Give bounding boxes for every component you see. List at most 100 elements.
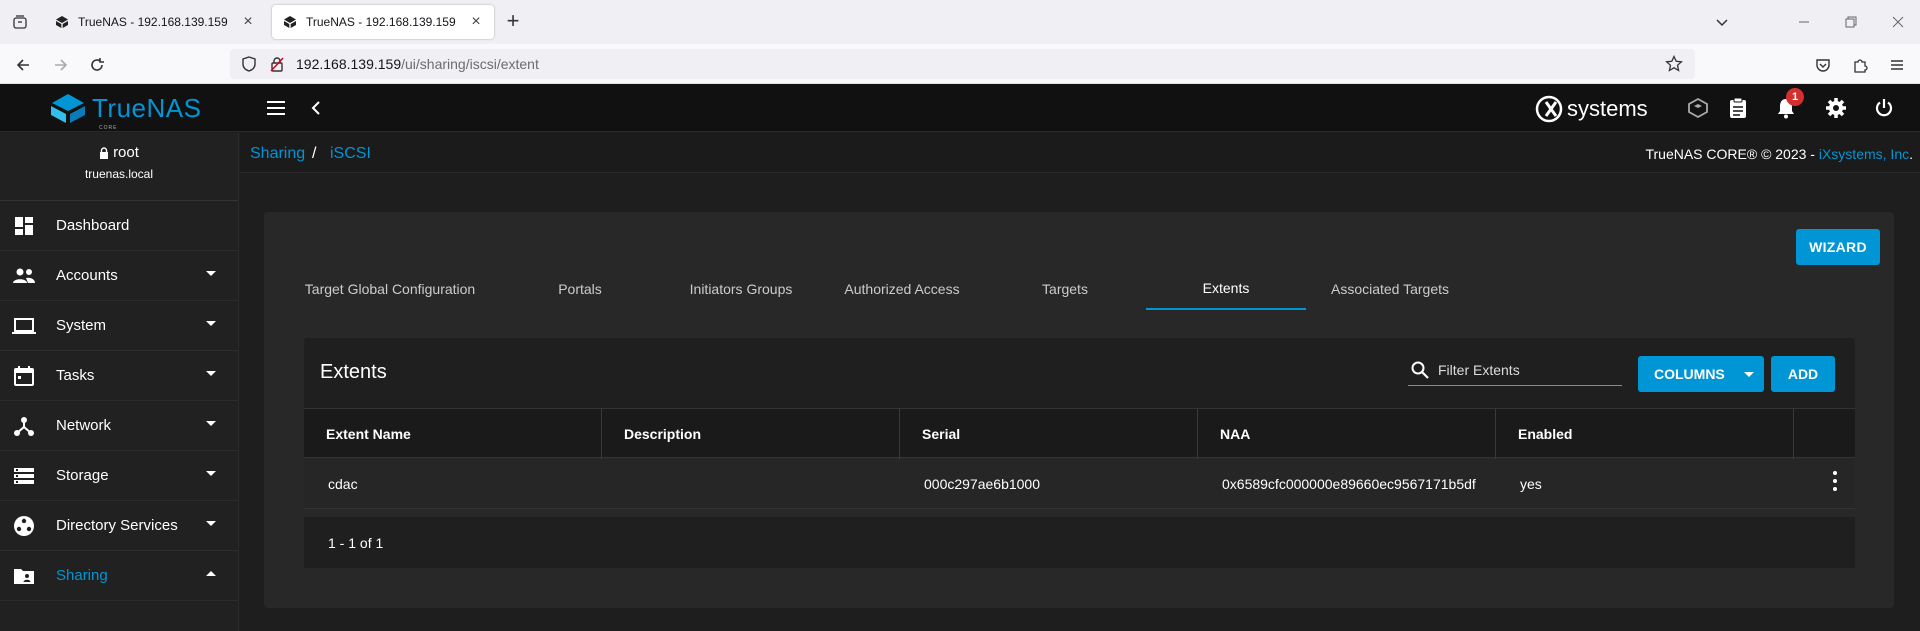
extensions-icon[interactable] xyxy=(1849,54,1871,76)
wizard-button[interactable]: WIZARD xyxy=(1796,229,1880,265)
tab-authorized-access[interactable]: Authorized Access xyxy=(842,267,962,311)
close-tab-icon[interactable]: × xyxy=(240,14,256,30)
lock-icon xyxy=(100,146,109,159)
sidebar: root truenas.local Dashboard Accounts Sy… xyxy=(0,133,239,631)
collapse-sidebar-icon[interactable] xyxy=(304,96,328,120)
minimize-icon[interactable] xyxy=(1792,10,1816,34)
chevron-up-icon xyxy=(206,571,216,576)
column-header-extent-name[interactable]: Extent Name xyxy=(304,409,602,459)
reload-icon[interactable] xyxy=(86,54,108,76)
column-header-description[interactable]: Description xyxy=(602,409,900,459)
search-icon xyxy=(1408,358,1432,382)
columns-button[interactable]: COLUMNS xyxy=(1638,356,1764,392)
sidebar-item-label: Directory Services xyxy=(56,517,178,534)
power-icon[interactable] xyxy=(1872,96,1896,120)
more-options-icon[interactable] xyxy=(1832,471,1838,491)
chevron-down-icon xyxy=(206,321,216,326)
logo-text: TrueNAS xyxy=(92,92,202,123)
restore-icon[interactable] xyxy=(1839,10,1863,34)
add-button[interactable]: ADD xyxy=(1771,356,1835,392)
ixsystems-link[interactable]: iXsystems, Inc xyxy=(1819,146,1909,162)
insecure-lock-icon[interactable] xyxy=(268,55,286,73)
shield-icon[interactable] xyxy=(240,55,258,73)
ixsystems-logo[interactable]: systems xyxy=(1535,95,1648,123)
hamburger-menu-icon[interactable] xyxy=(264,96,288,120)
breadcrumb-separator: / xyxy=(312,145,317,162)
forward-arrow-icon[interactable] xyxy=(50,54,72,76)
settings-gear-icon[interactable] xyxy=(1824,96,1848,120)
filter-input[interactable] xyxy=(1438,361,1608,378)
columns-button-label: COLUMNS xyxy=(1654,366,1725,382)
dashboard-icon xyxy=(12,214,36,238)
truenas-favicon-icon xyxy=(282,14,298,30)
back-arrow-icon[interactable] xyxy=(12,54,34,76)
app-header: TrueNAS CORE systems 1 xyxy=(0,84,1920,132)
column-header-serial[interactable]: Serial xyxy=(900,409,1198,459)
sidebar-item-label: Sharing xyxy=(56,567,108,584)
people-icon xyxy=(12,264,36,288)
sidebar-item-label: Accounts xyxy=(56,267,118,284)
breadcrumb-sharing[interactable]: Sharing xyxy=(250,145,305,163)
sidebar-item-system[interactable]: System xyxy=(0,301,238,351)
logo-subtext: CORE xyxy=(99,125,118,131)
sidebar-item-network[interactable]: Network xyxy=(0,401,238,451)
url-bar[interactable]: 192.168.139.159/ui/sharing/iscsi/extent xyxy=(230,49,1695,79)
chevron-down-icon xyxy=(206,371,216,376)
network-icon xyxy=(12,414,36,438)
column-header-enabled[interactable]: Enabled xyxy=(1496,409,1794,459)
task-manager-clipboard-icon[interactable] xyxy=(1726,96,1750,120)
storage-icon xyxy=(12,464,36,488)
list-all-tabs-icon[interactable] xyxy=(1710,10,1734,34)
tab-extents[interactable]: Extents xyxy=(1146,266,1306,310)
breadcrumb-iscsi[interactable]: iSCSI xyxy=(330,145,371,163)
sidebar-item-label: Storage xyxy=(56,467,109,484)
tab-associated-targets[interactable]: Associated Targets xyxy=(1326,267,1454,311)
folder-shared-icon xyxy=(12,564,36,588)
tab-targets[interactable]: Targets xyxy=(1025,267,1105,311)
directory-services-icon xyxy=(12,514,36,538)
notification-count-badge: 1 xyxy=(1786,88,1804,106)
ixsystems-text: systems xyxy=(1567,96,1648,121)
table-row[interactable]: cdac 000c297ae6b1000 0x6589cfc000000e896… xyxy=(304,459,1855,509)
url-path: /ui/sharing/iscsi/extent xyxy=(401,56,539,72)
sidebar-item-tasks[interactable]: Tasks xyxy=(0,351,238,401)
sidebar-item-accounts[interactable]: Accounts xyxy=(0,251,238,301)
user-block: root truenas.local xyxy=(0,133,238,201)
url-host: 192.168.139.159 xyxy=(296,56,402,72)
close-tab-icon[interactable]: × xyxy=(468,14,484,30)
tab-list-icon[interactable] xyxy=(10,12,30,32)
copyright-notice: TrueNAS CORE® © 2023 - iXsystems, Inc. xyxy=(1645,146,1913,162)
browser-tab-2[interactable]: TrueNAS - 192.168.139.159 × xyxy=(272,5,494,39)
chevron-down-icon xyxy=(206,471,216,476)
hostname: truenas.local xyxy=(84,167,154,181)
truenas-logo[interactable]: TrueNAS CORE xyxy=(48,92,202,131)
table-title: Extents xyxy=(320,361,387,383)
truenas-favicon-icon xyxy=(54,14,70,30)
sidebar-item-label: Dashboard xyxy=(56,217,130,234)
tab-title: TrueNAS - 192.168.139.159 xyxy=(78,15,228,29)
browser-tab-1[interactable]: TrueNAS - 192.168.139.159 × xyxy=(44,5,266,39)
tab-target-global-configuration[interactable]: Target Global Configuration xyxy=(304,267,476,311)
bookmark-star-icon[interactable] xyxy=(1665,54,1683,73)
truenas-logo-icon xyxy=(51,94,85,123)
dropdown-arrow-icon[interactable] xyxy=(1734,356,1764,392)
sidebar-item-label: Tasks xyxy=(56,367,95,384)
sidebar-item-directory-services[interactable]: Directory Services xyxy=(0,501,238,551)
new-tab-icon[interactable]: + xyxy=(503,10,523,32)
filter-field[interactable] xyxy=(1408,354,1622,386)
sidebar-item-storage[interactable]: Storage xyxy=(0,451,238,501)
tab-initiators-groups[interactable]: Initiators Groups xyxy=(686,267,796,311)
sidebar-item-sharing[interactable]: Sharing xyxy=(0,551,238,601)
tab-portals[interactable]: Portals xyxy=(540,267,620,311)
close-window-icon[interactable] xyxy=(1886,10,1910,34)
truecommand-icon[interactable] xyxy=(1686,96,1710,120)
pocket-icon[interactable] xyxy=(1812,54,1834,76)
calendar-icon xyxy=(12,364,36,388)
app-menu-icon[interactable] xyxy=(1886,54,1908,76)
chevron-down-icon xyxy=(206,271,216,276)
sidebar-item-dashboard[interactable]: Dashboard xyxy=(0,201,238,251)
column-header-naa[interactable]: NAA xyxy=(1198,409,1496,459)
ix-logo-icon xyxy=(1535,95,1563,123)
chevron-down-icon xyxy=(206,521,216,526)
table-toolbar: Extents COLUMNS ADD xyxy=(304,338,1855,408)
